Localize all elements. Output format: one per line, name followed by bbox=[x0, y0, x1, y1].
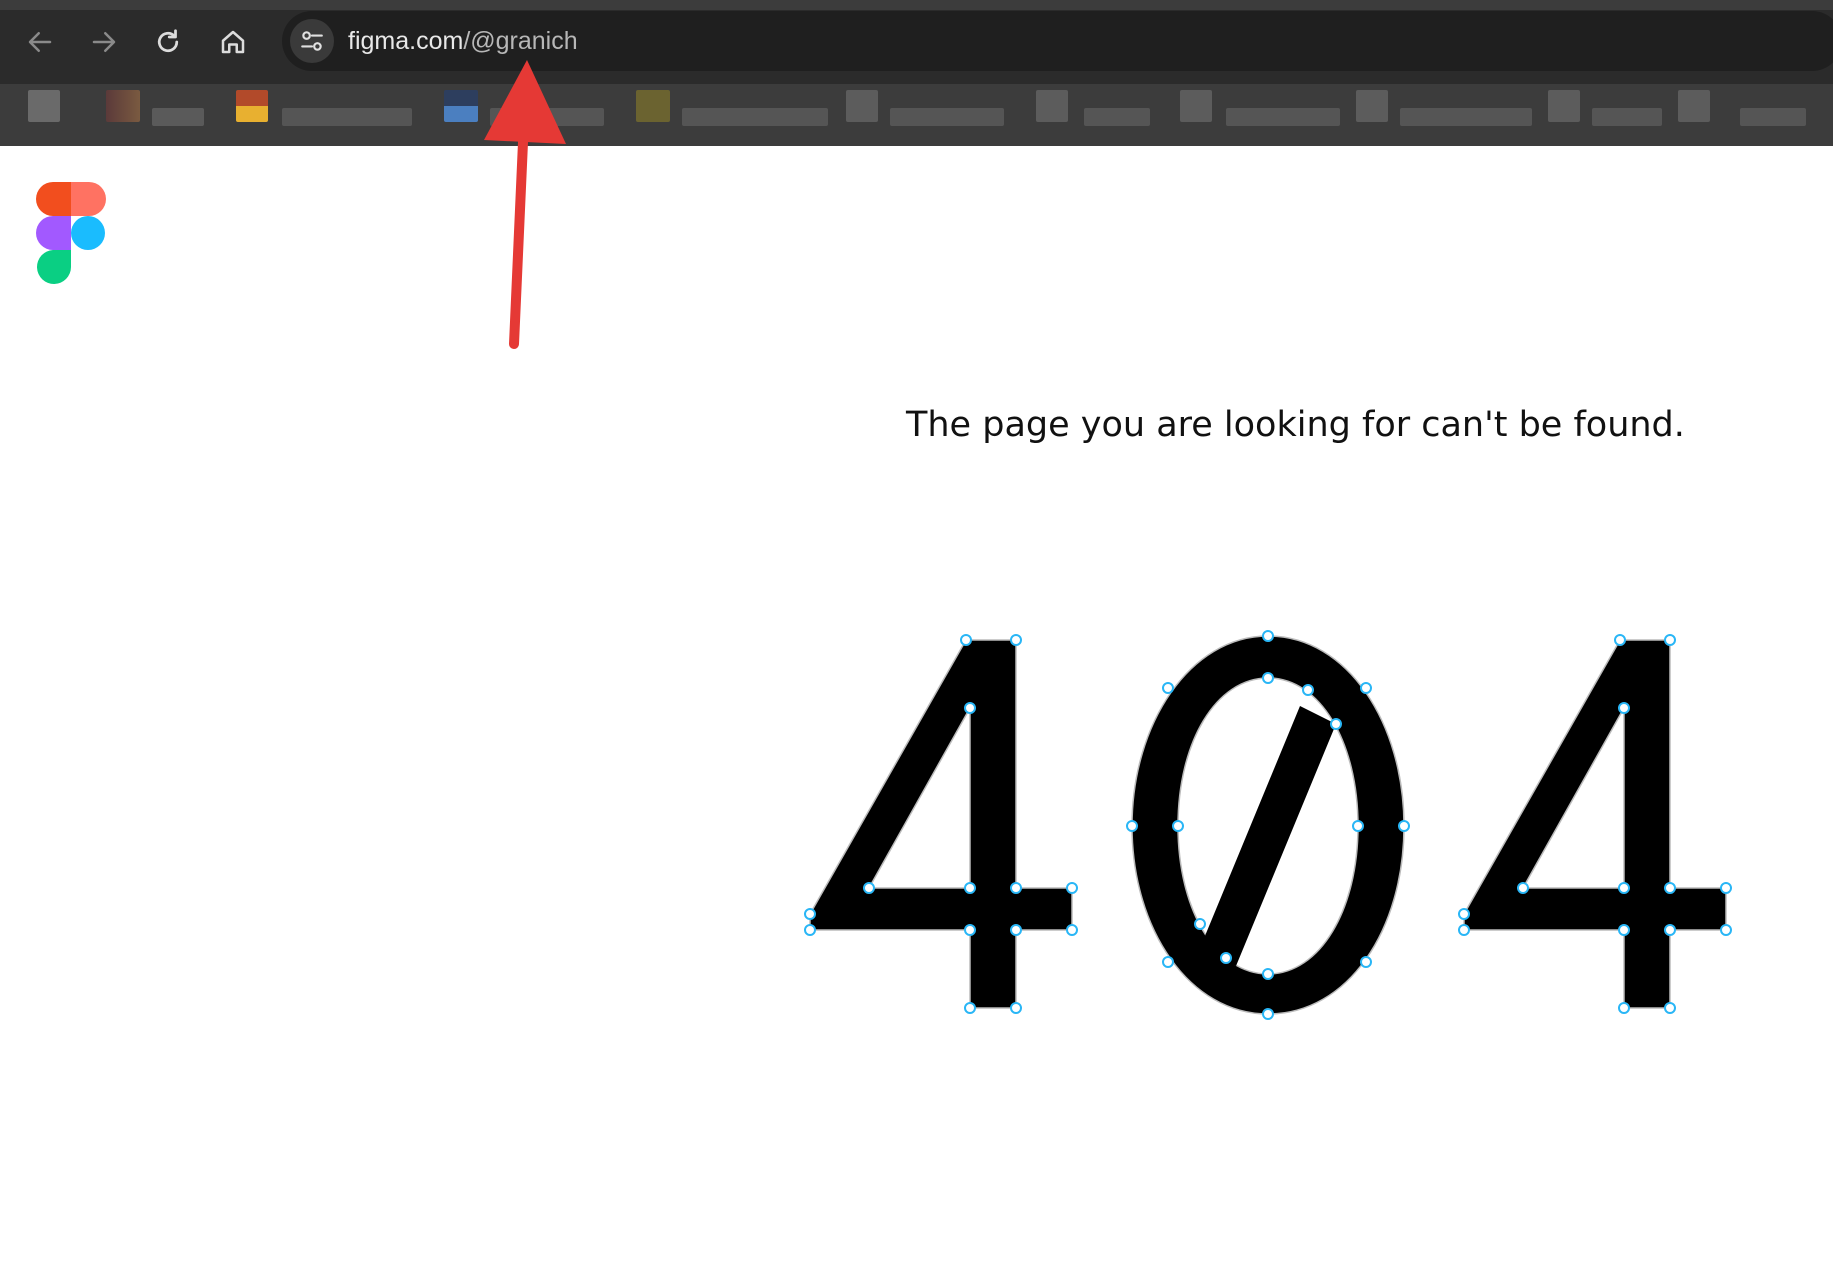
figma-logo[interactable] bbox=[36, 182, 106, 286]
bookmark-item[interactable] bbox=[846, 90, 878, 122]
bookmark-item[interactable] bbox=[1226, 108, 1340, 126]
bookmark-item[interactable] bbox=[1400, 108, 1532, 126]
reload-icon[interactable] bbox=[146, 20, 190, 64]
bookmark-item[interactable] bbox=[1084, 108, 1150, 126]
browser-chrome: figma.com/@granich bbox=[0, 0, 1833, 146]
forward-arrow-icon[interactable] bbox=[82, 20, 126, 64]
bookmark-item[interactable] bbox=[106, 90, 140, 122]
back-arrow-icon[interactable] bbox=[18, 20, 62, 64]
bookmark-item[interactable] bbox=[1180, 90, 1212, 122]
bookmark-item[interactable] bbox=[1740, 108, 1806, 126]
url-text[interactable]: figma.com/@granich bbox=[348, 26, 578, 56]
bookmark-item[interactable] bbox=[282, 108, 412, 126]
site-settings-icon[interactable] bbox=[290, 19, 334, 63]
error-code-404: 404 bbox=[804, 630, 1732, 1020]
digit-four-right bbox=[1463, 639, 1727, 1009]
tab-strip-edge bbox=[0, 0, 1833, 10]
bookmark-item[interactable] bbox=[444, 90, 478, 122]
bookmark-item[interactable] bbox=[682, 108, 828, 126]
bookmarks-bar bbox=[0, 84, 1833, 146]
bookmark-item[interactable] bbox=[1356, 90, 1388, 122]
url-domain: figma.com bbox=[348, 27, 464, 55]
bookmark-item[interactable] bbox=[1678, 90, 1710, 122]
bookmark-item[interactable] bbox=[1592, 108, 1662, 126]
bookmark-item[interactable] bbox=[490, 108, 604, 126]
bookmark-item[interactable] bbox=[1548, 90, 1580, 122]
bookmark-item[interactable] bbox=[890, 108, 1004, 126]
bookmark-item[interactable] bbox=[236, 90, 268, 122]
bookmark-item[interactable] bbox=[1036, 90, 1068, 122]
digit-four-left bbox=[809, 639, 1073, 1009]
bookmark-item[interactable] bbox=[636, 90, 670, 122]
url-path: /@granich bbox=[463, 27, 578, 55]
not-found-message: The page you are looking for can't be fo… bbox=[906, 405, 1685, 445]
address-bar[interactable]: figma.com/@granich bbox=[282, 11, 1833, 71]
bookmark-item[interactable] bbox=[152, 108, 204, 126]
home-icon[interactable] bbox=[211, 20, 255, 64]
bookmark-item[interactable] bbox=[28, 90, 60, 122]
